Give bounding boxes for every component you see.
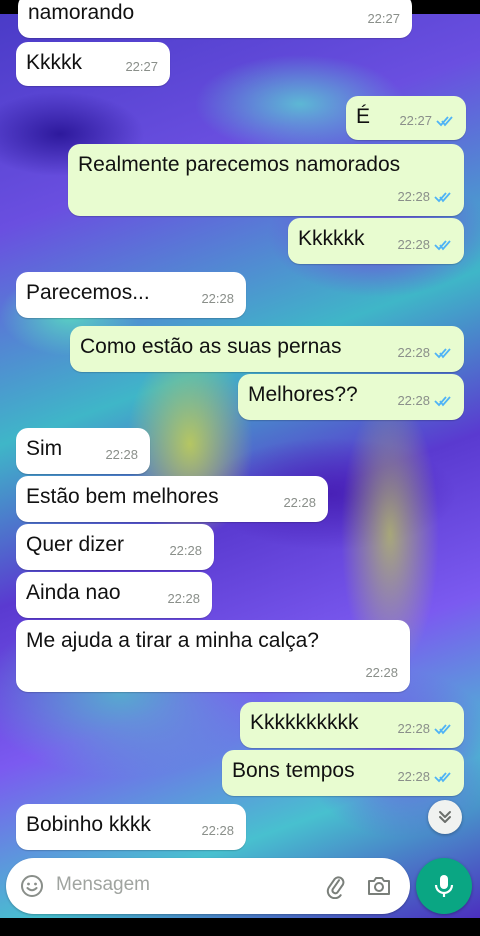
message-text: Kkkkk <box>26 51 83 74</box>
message-meta: 22:28 <box>397 232 452 258</box>
message-bubble-outgoing[interactable]: Kkkkkkkkkk 22:28 <box>240 702 464 748</box>
message-meta: 22:28 <box>201 818 234 844</box>
message-bubble-incoming[interactable]: Sim 22:28 <box>16 428 150 474</box>
message-time: 22:28 <box>201 291 234 306</box>
message-bubble-incoming[interactable]: Me ajuda a tirar a minha calça? 22:28 <box>16 620 410 692</box>
message-bubble-incoming[interactable]: Quer dizer 22:28 <box>16 524 214 570</box>
message-meta: 22:28 <box>167 586 200 612</box>
message-text: Quer dizer <box>26 533 125 556</box>
message-meta: 22:27 <box>367 6 400 32</box>
message-time: 22:28 <box>397 345 430 360</box>
message-text: Estão bem melhores <box>26 485 219 508</box>
message-time: 22:28 <box>169 543 202 558</box>
message-time: 22:28 <box>365 665 398 680</box>
attach-icon[interactable] <box>322 873 348 899</box>
message-bubble-outgoing[interactable]: Como estão as suas pernas 22:28 <box>70 326 464 372</box>
message-meta: 22:28 <box>397 764 452 790</box>
system-nav-bar <box>0 918 480 936</box>
message-time: 22:27 <box>367 11 400 26</box>
message-time: 22:27 <box>399 113 432 128</box>
message-bubble-incoming[interactable]: Kkkkk 22:27 <box>16 42 170 86</box>
message-time: 22:28 <box>397 769 430 784</box>
read-receipt-icon <box>434 724 451 735</box>
message-meta: 22:28 <box>283 490 316 516</box>
message-time: 22:28 <box>397 721 430 736</box>
message-text: Bons tempos <box>232 759 355 782</box>
message-time: 22:28 <box>397 237 430 252</box>
message-meta: 22:28 <box>397 340 452 366</box>
message-time: 22:28 <box>105 447 138 462</box>
message-meta: 22:28 <box>201 286 234 312</box>
message-bubble-incoming[interactable]: Estão bem melhores 22:28 <box>16 476 328 522</box>
message-bubble-incoming[interactable]: namorando 22:27 <box>18 0 412 38</box>
double-chevron-down-icon <box>439 811 451 823</box>
message-meta: 22:28 <box>397 716 452 742</box>
message-time: 22:27 <box>125 59 158 74</box>
read-receipt-icon <box>434 240 451 251</box>
message-text: É <box>356 105 371 128</box>
message-text: Kkkkkk <box>298 227 365 250</box>
read-receipt-icon <box>434 396 451 407</box>
message-bubble-outgoing[interactable]: É 22:27 <box>346 96 466 140</box>
message-meta: 22:28 <box>397 388 452 414</box>
message-bubble-outgoing[interactable]: Kkkkkk 22:28 <box>288 218 464 264</box>
message-text: namorando <box>28 1 135 24</box>
message-meta: 22:28 <box>365 660 398 686</box>
message-text: Me ajuda a tirar a minha calça? <box>26 629 319 652</box>
message-text: Melhores?? <box>248 383 358 406</box>
read-receipt-icon <box>434 348 451 359</box>
message-text: Sim <box>26 437 63 460</box>
message-bubble-outgoing[interactable]: Realmente parecemos namorados 22:28 <box>68 144 464 216</box>
message-bubble-outgoing[interactable]: Bons tempos 22:28 <box>222 750 464 796</box>
message-time: 22:28 <box>201 823 234 838</box>
message-bubble-incoming[interactable]: Ainda nao 22:28 <box>16 572 212 618</box>
message-composer: Mensagem <box>6 858 410 914</box>
message-meta: 22:27 <box>399 108 454 134</box>
message-text: Parecemos... <box>26 281 150 304</box>
scroll-to-bottom-button[interactable] <box>428 800 462 834</box>
message-meta: 22:28 <box>169 538 202 564</box>
message-text: Bobinho kkkk <box>26 813 151 836</box>
message-time: 22:28 <box>167 591 200 606</box>
message-input[interactable]: Mensagem <box>56 874 150 896</box>
read-receipt-icon <box>436 116 453 127</box>
read-receipt-icon <box>434 192 451 203</box>
message-meta: 22:27 <box>125 54 158 80</box>
mic-icon <box>434 875 454 897</box>
message-meta: 22:28 <box>105 442 138 468</box>
message-bubble-incoming[interactable]: Parecemos... 22:28 <box>16 272 246 318</box>
read-receipt-icon <box>434 772 451 783</box>
message-text: Como estão as suas pernas <box>80 335 342 358</box>
message-meta: 22:28 <box>397 184 452 210</box>
message-bubble-incoming[interactable]: Bobinho kkkk 22:28 <box>16 804 246 850</box>
camera-icon[interactable] <box>366 873 392 899</box>
message-time: 22:28 <box>397 393 430 408</box>
emoji-icon[interactable] <box>20 874 44 898</box>
message-bubble-outgoing[interactable]: Melhores?? 22:28 <box>238 374 464 420</box>
message-time: 22:28 <box>283 495 316 510</box>
message-text: Kkkkkkkkkk <box>250 711 359 734</box>
message-text: Realmente parecemos namorados <box>78 153 401 176</box>
message-time: 22:28 <box>397 189 430 204</box>
message-text: Ainda nao <box>26 581 121 604</box>
voice-message-button[interactable] <box>416 858 472 914</box>
